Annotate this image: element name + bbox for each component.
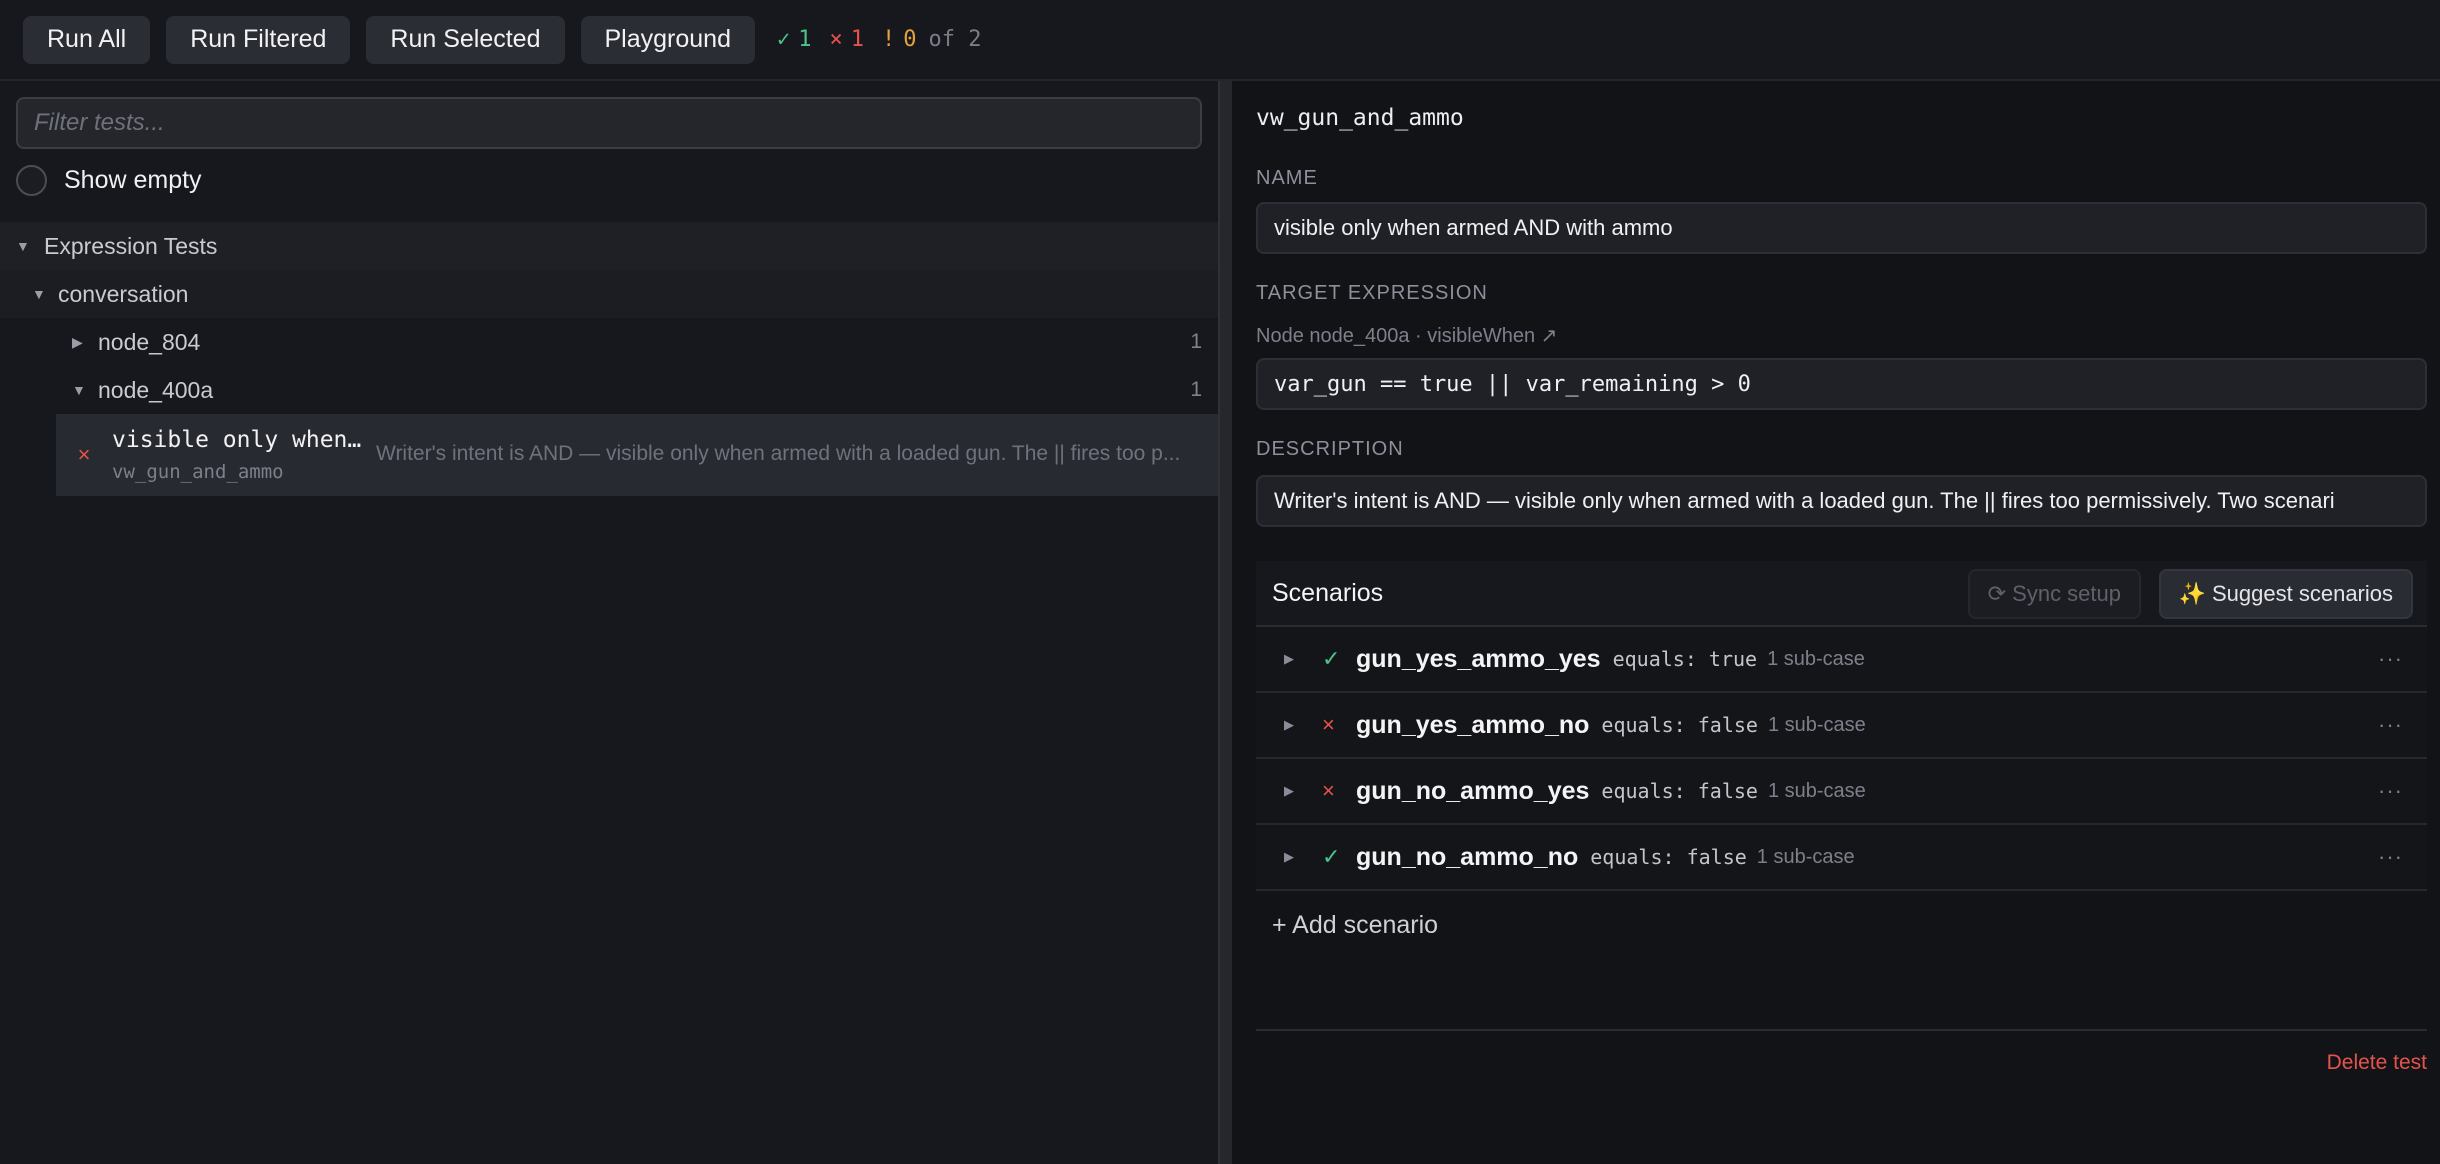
caret-down-icon: ▼ — [32, 286, 46, 302]
scenario-row[interactable]: ▶ × gun_yes_ammo_no equals: false 1 sub-… — [1256, 693, 2427, 759]
scenario-row[interactable]: ▶ × gun_no_ammo_yes equals: false 1 sub-… — [1256, 759, 2427, 825]
test-item-title: visible only when… — [112, 427, 362, 453]
tree-root-row[interactable]: ▼ Expression Tests — [0, 222, 1218, 270]
show-empty-checkbox[interactable] — [16, 165, 47, 196]
tree-group-label: conversation — [58, 280, 189, 307]
more-options-icon[interactable]: ··· — [2378, 844, 2403, 870]
warning-icon: ! — [881, 27, 896, 52]
name-field[interactable]: visible only when armed AND with ammo — [1256, 202, 2427, 254]
scenario-list: ▶ ✓ gun_yes_ammo_yes equals: true 1 sub-… — [1256, 627, 2427, 891]
delete-test-button[interactable]: Delete test — [2327, 1051, 2427, 1075]
tree-root: ▼ Expression Tests ▼ conversation — [0, 222, 1218, 318]
description-field[interactable]: Writer's intent is AND — visible only wh… — [1256, 475, 2427, 527]
run-all-button[interactable]: Run All — [23, 15, 151, 64]
warning-count: 0 — [903, 27, 917, 52]
tree-node-count: 1 — [1190, 330, 1202, 353]
scenario-expected: equals: false — [1601, 779, 1758, 803]
pane-resize-handle[interactable] — [1218, 81, 1232, 1164]
tree-group-row[interactable]: ▼ conversation — [0, 270, 1218, 318]
tree-node-label: node_804 — [98, 328, 201, 355]
name-label: NAME — [1256, 167, 1318, 189]
description-label: DESCRIPTION — [1256, 438, 1404, 460]
pass-count: 1 — [798, 27, 812, 52]
pass-icon: ✓ — [776, 27, 791, 52]
caret-down-icon: ▼ — [72, 382, 86, 398]
scenario-expected: equals: false — [1601, 713, 1758, 737]
run-stats: ✓ 1 × 1 ! 0 of 2 — [777, 27, 989, 52]
tree-node-label: node_400a — [98, 376, 214, 403]
test-item-description: Writer's intent is AND — visible only wh… — [376, 442, 1181, 465]
target-expression-field[interactable]: var_gun == true || var_remaining > 0 — [1256, 358, 2427, 410]
show-empty-label: Show empty — [64, 166, 202, 194]
scenario-subcases: 1 sub-case — [1767, 647, 1865, 670]
caret-right-icon[interactable]: ▶ — [1256, 717, 1322, 733]
toolbar: Run All Run Filtered Run Selected Playgr… — [0, 0, 2440, 81]
scenario-row[interactable]: ▶ ✓ gun_no_ammo_no equals: false 1 sub-c… — [1256, 825, 2427, 891]
filter-tests-input[interactable] — [16, 97, 1202, 149]
caret-right-icon[interactable]: ▶ — [1256, 783, 1322, 799]
test-id-title: vw_gun_and_ammo — [1256, 105, 1464, 131]
caret-right-icon[interactable]: ▶ — [1256, 849, 1322, 865]
caret-down-icon: ▼ — [16, 238, 30, 254]
suggest-scenarios-button[interactable]: ✨ Suggest scenarios — [2158, 569, 2413, 619]
test-item-selected[interactable]: × visible only when… vw_gun_and_ammo Wri… — [56, 414, 1218, 496]
scenario-row[interactable]: ▶ ✓ gun_yes_ammo_yes equals: true 1 sub-… — [1256, 627, 2427, 693]
sync-setup-button[interactable]: ⟳ Sync setup — [1967, 569, 2141, 619]
playground-button[interactable]: Playground — [580, 15, 755, 64]
divider — [1256, 1029, 2427, 1031]
fail-icon: × — [1322, 778, 1335, 803]
test-detail-pane: vw_gun_and_ammo NAME visible only when a… — [1232, 81, 2440, 1164]
target-node-link[interactable]: Node node_400a · visibleWhen ↗ — [1256, 323, 1557, 348]
fail-icon: × — [77, 442, 91, 467]
test-list-pane: Show empty ▼ Expression Tests ▼ conversa… — [0, 81, 1218, 1164]
scenario-name: gun_no_ammo_yes — [1356, 776, 1590, 805]
more-options-icon[interactable]: ··· — [2378, 778, 2403, 804]
scenario-subcases: 1 sub-case — [1767, 713, 1866, 736]
add-scenario-button[interactable]: + Add scenario — [1272, 911, 1438, 940]
scenario-name: gun_no_ammo_no — [1356, 842, 1579, 871]
total-count: of 2 — [928, 27, 982, 52]
caret-right-icon[interactable]: ▶ — [1256, 651, 1322, 667]
pass-icon: ✓ — [1322, 646, 1341, 671]
run-selected-button[interactable]: Run Selected — [366, 15, 565, 64]
test-tree: ▼ Expression Tests ▼ conversation ▶ node… — [0, 222, 1218, 496]
show-empty-toggle[interactable]: Show empty — [16, 165, 202, 196]
scenario-expected: equals: true — [1612, 647, 1758, 671]
tree-node-node-804[interactable]: ▶ node_804 1 — [0, 318, 1218, 366]
run-filtered-button[interactable]: Run Filtered — [166, 15, 351, 64]
fail-icon: × — [829, 27, 843, 52]
caret-right-icon: ▶ — [72, 333, 83, 350]
tree-node-node-400a[interactable]: ▼ node_400a 1 — [0, 366, 1218, 414]
test-item-id: vw_gun_and_ammo — [112, 461, 284, 483]
fail-count: 1 — [850, 27, 864, 52]
pass-icon: ✓ — [1322, 844, 1341, 869]
more-options-icon[interactable]: ··· — [2378, 712, 2403, 738]
scenario-subcases: 1 sub-case — [1767, 779, 1866, 802]
more-options-icon[interactable]: ··· — [2378, 646, 2403, 672]
fail-icon: × — [1322, 712, 1335, 737]
scenario-name: gun_yes_ammo_yes — [1356, 644, 1601, 673]
target-expression-label: TARGET EXPRESSION — [1256, 282, 1488, 304]
scenario-expected: equals: false — [1590, 845, 1747, 869]
scenario-name: gun_yes_ammo_no — [1356, 710, 1590, 739]
tree-node-count: 1 — [1190, 378, 1202, 401]
scenarios-title: Scenarios — [1272, 578, 1384, 607]
tree-root-label: Expression Tests — [44, 232, 218, 259]
scenario-subcases: 1 sub-case — [1756, 845, 1855, 868]
scenarios-header: Scenarios ⟳ Sync setup ✨ Suggest scenari… — [1256, 561, 2427, 627]
